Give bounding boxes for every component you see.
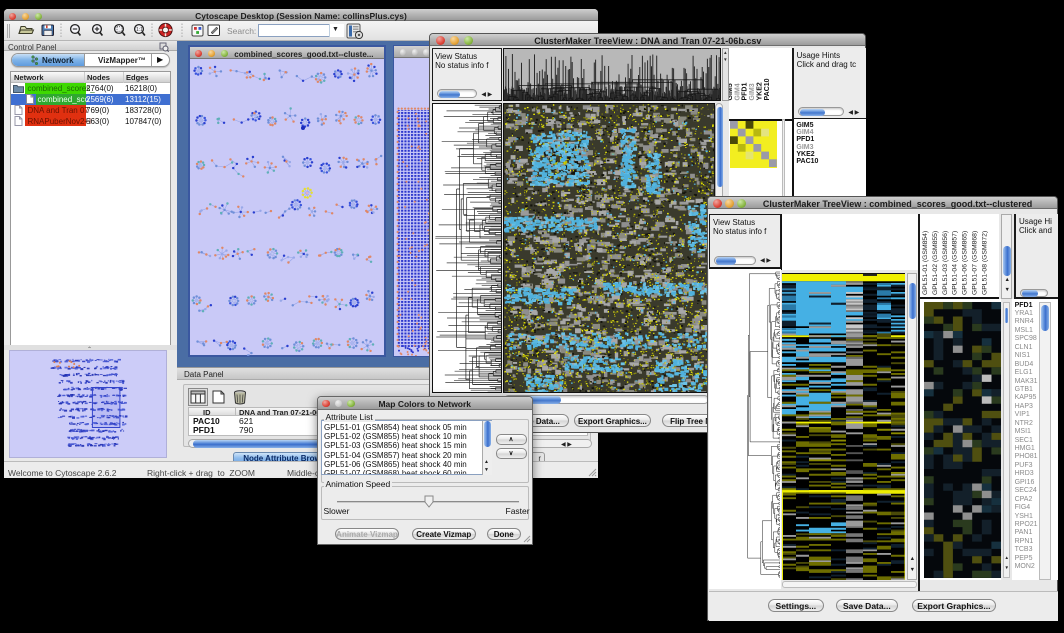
svg-text:YKE2: YKE2 bbox=[756, 82, 763, 100]
svg-text:GPL51-04 (GSM857): GPL51-04 (GSM857) bbox=[952, 230, 959, 294]
svg-text:PFD1: PFD1 bbox=[741, 82, 748, 100]
svg-text:1:1: 1:1 bbox=[136, 27, 143, 33]
svg-text:GPL51-02 (GSM855): GPL51-02 (GSM855) bbox=[932, 230, 939, 294]
svg-text:GPL51-06 (GSM865): GPL51-06 (GSM865) bbox=[962, 230, 969, 294]
svg-text:GPL51-07 (GSM868): GPL51-07 (GSM868) bbox=[972, 230, 979, 294]
svg-text:GIM5: GIM5 bbox=[729, 83, 734, 100]
svg-text:GIM3: GIM3 bbox=[749, 83, 756, 100]
svg-text:GPL51-01 (GSM854): GPL51-01 (GSM854) bbox=[922, 230, 929, 294]
svg-text:PAC10: PAC10 bbox=[763, 78, 770, 100]
svg-text:GPL51-03 (GSM856): GPL51-03 (GSM856) bbox=[942, 230, 949, 294]
svg-text:GIM4: GIM4 bbox=[734, 83, 741, 100]
svg-text:GPL51-08 (GSM872): GPL51-08 (GSM872) bbox=[982, 230, 989, 294]
